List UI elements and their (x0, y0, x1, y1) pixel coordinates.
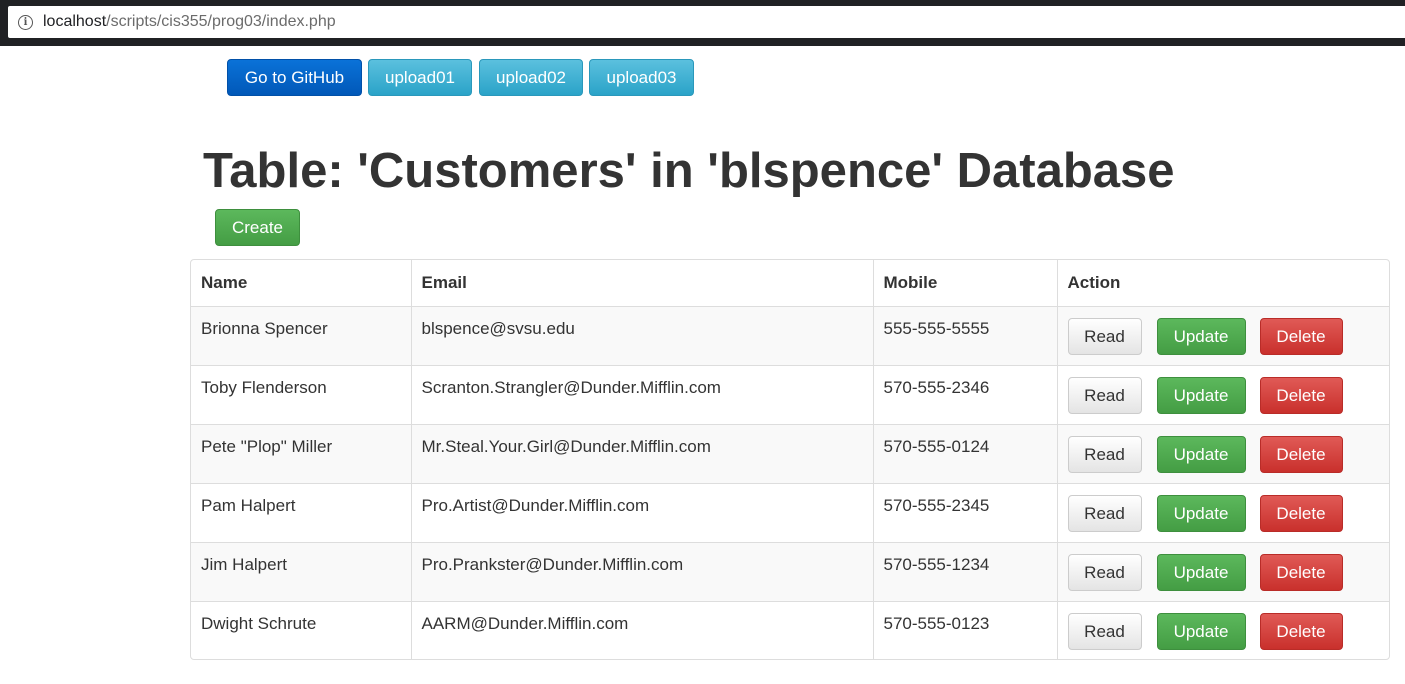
cell-mobile: 570-555-0123 (873, 600, 1058, 659)
table-row: Toby Flenderson Scranton.Strangler@Dunder… (191, 364, 1389, 424)
table-row: Pam Halpert Pro.Artist@Dunder.Mifflin.com… (191, 482, 1389, 542)
cell-email: Mr.Steal.Your.Girl@Dunder.Mifflin.com (411, 423, 874, 483)
table-row: Jim Halpert Pro.Prankster@Dunder.Mifflin.… (191, 541, 1389, 601)
go-to-github-button[interactable]: Go to GitHub (227, 59, 362, 96)
table-row: Pete "Plop" Miller Mr.Steal.Your.Girl@Dun… (191, 423, 1389, 483)
read-button[interactable]: Read (1067, 553, 1142, 591)
cell-actions: Read Update Delete (1057, 423, 1389, 483)
read-button[interactable]: Read (1067, 317, 1142, 355)
create-button[interactable]: Create (215, 209, 300, 246)
cell-email: Scranton.Strangler@Dunder.Mifflin.com (411, 364, 874, 424)
update-button[interactable]: Update (1156, 553, 1246, 591)
cell-actions: Read Update Delete (1057, 364, 1389, 424)
cell-email: Pro.Artist@Dunder.Mifflin.com (411, 482, 874, 542)
cell-actions: Read Update Delete (1057, 482, 1389, 542)
cell-name: Brionna Spencer (191, 305, 412, 365)
url-host: localhost (43, 13, 107, 30)
delete-button[interactable]: Delete (1259, 376, 1343, 414)
cell-name: Dwight Schrute (191, 600, 412, 659)
cell-actions: Read Update Delete (1057, 600, 1389, 659)
update-button[interactable]: Update (1156, 435, 1246, 473)
cell-mobile: 570-555-2346 (873, 364, 1058, 424)
cell-mobile: 555-555-5555 (873, 305, 1058, 365)
cell-name: Toby Flenderson (191, 364, 412, 424)
update-button[interactable]: Update (1156, 494, 1246, 532)
url-path: /scripts/cis355/prog03/index.php (106, 13, 336, 30)
delete-button[interactable]: Delete (1259, 435, 1343, 473)
table-row: Brionna Spencer blspence@svsu.edu 555-555-… (191, 305, 1389, 365)
update-button[interactable]: Update (1156, 376, 1246, 414)
cell-actions: Read Update Delete (1057, 305, 1389, 365)
cell-mobile: 570-555-1234 (873, 541, 1058, 601)
cell-actions: Read Update Delete (1057, 541, 1389, 601)
cell-mobile: 570-555-0124 (873, 423, 1058, 483)
read-button[interactable]: Read (1067, 612, 1142, 650)
cell-name: Pam Halpert (191, 482, 412, 542)
customers-table: Name Email Mobile Action Brionna Spencer… (190, 259, 1390, 660)
delete-button[interactable]: Delete (1259, 317, 1343, 355)
delete-button[interactable]: Delete (1259, 494, 1343, 532)
delete-button[interactable]: Delete (1259, 612, 1343, 650)
cell-name: Jim Halpert (191, 541, 412, 601)
read-button[interactable]: Read (1067, 494, 1142, 532)
page-title: Table: 'Customers' in 'blspence' Databas… (203, 144, 1175, 198)
header-action: Action (1067, 272, 1121, 292)
site-info-icon[interactable]: i (18, 14, 33, 30)
cell-email: AARM@Dunder.Mifflin.com (411, 600, 874, 659)
table-header-row: Name Email Mobile Action (191, 260, 1389, 306)
browser-chrome: i localhost/scripts/cis355/prog03/index.… (0, 0, 1405, 46)
read-button[interactable]: Read (1067, 376, 1142, 414)
cell-email: Pro.Prankster@Dunder.Mifflin.com (411, 541, 874, 601)
cell-email: blspence@svsu.edu (411, 305, 874, 365)
address-bar[interactable]: i localhost/scripts/cis355/prog03/index.… (8, 6, 1405, 38)
update-button[interactable]: Update (1156, 612, 1246, 650)
cell-mobile: 570-555-2345 (873, 482, 1058, 542)
update-button[interactable]: Update (1156, 317, 1246, 355)
upload02-button[interactable]: upload02 (479, 59, 583, 96)
header-mobile: Mobile (873, 260, 1058, 306)
delete-button[interactable]: Delete (1259, 553, 1343, 591)
header-name: Name (191, 260, 412, 306)
read-button[interactable]: Read (1067, 435, 1142, 473)
upload01-button[interactable]: upload01 (368, 59, 472, 96)
upload03-button[interactable]: upload03 (589, 59, 694, 96)
table-row: Dwight Schrute AARM@Dunder.Mifflin.com 570… (191, 600, 1389, 659)
header-email: Email (411, 260, 874, 306)
cell-name: Pete "Plop" Miller (191, 423, 412, 483)
